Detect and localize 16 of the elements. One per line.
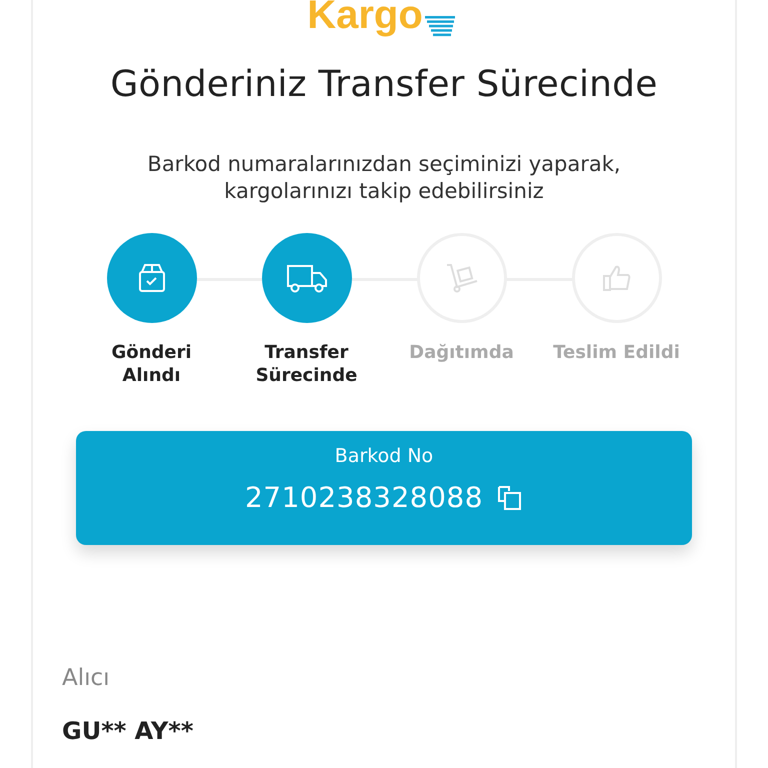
truck-icon [286,263,328,293]
recipient-label: Alıcı [62,665,111,691]
recipient-name: GU** AY** [62,717,194,745]
thumbs-up-icon [602,263,632,293]
copy-icon[interactable] [497,484,524,510]
barcode-number: 2710238328088 [244,481,484,514]
step-label: Transfer Sürecinde [254,341,358,387]
logo-text: Kargo [307,0,423,38]
barcode-label: Barkod No [334,445,434,467]
box-check-icon [136,263,166,293]
hand-truck-icon [444,263,478,293]
step-label: Teslim Edildi [552,341,681,364]
page-title: Gönderiniz Transfer Sürecinde [110,64,658,105]
step-label: Dağıtımda [408,341,515,364]
subtitle: Barkod numaralarınızdan seçiminizi yaparak, kargolarınızı takip edebilirsiniz [146,151,622,205]
step-label: Gönderi Alındı [110,341,193,387]
